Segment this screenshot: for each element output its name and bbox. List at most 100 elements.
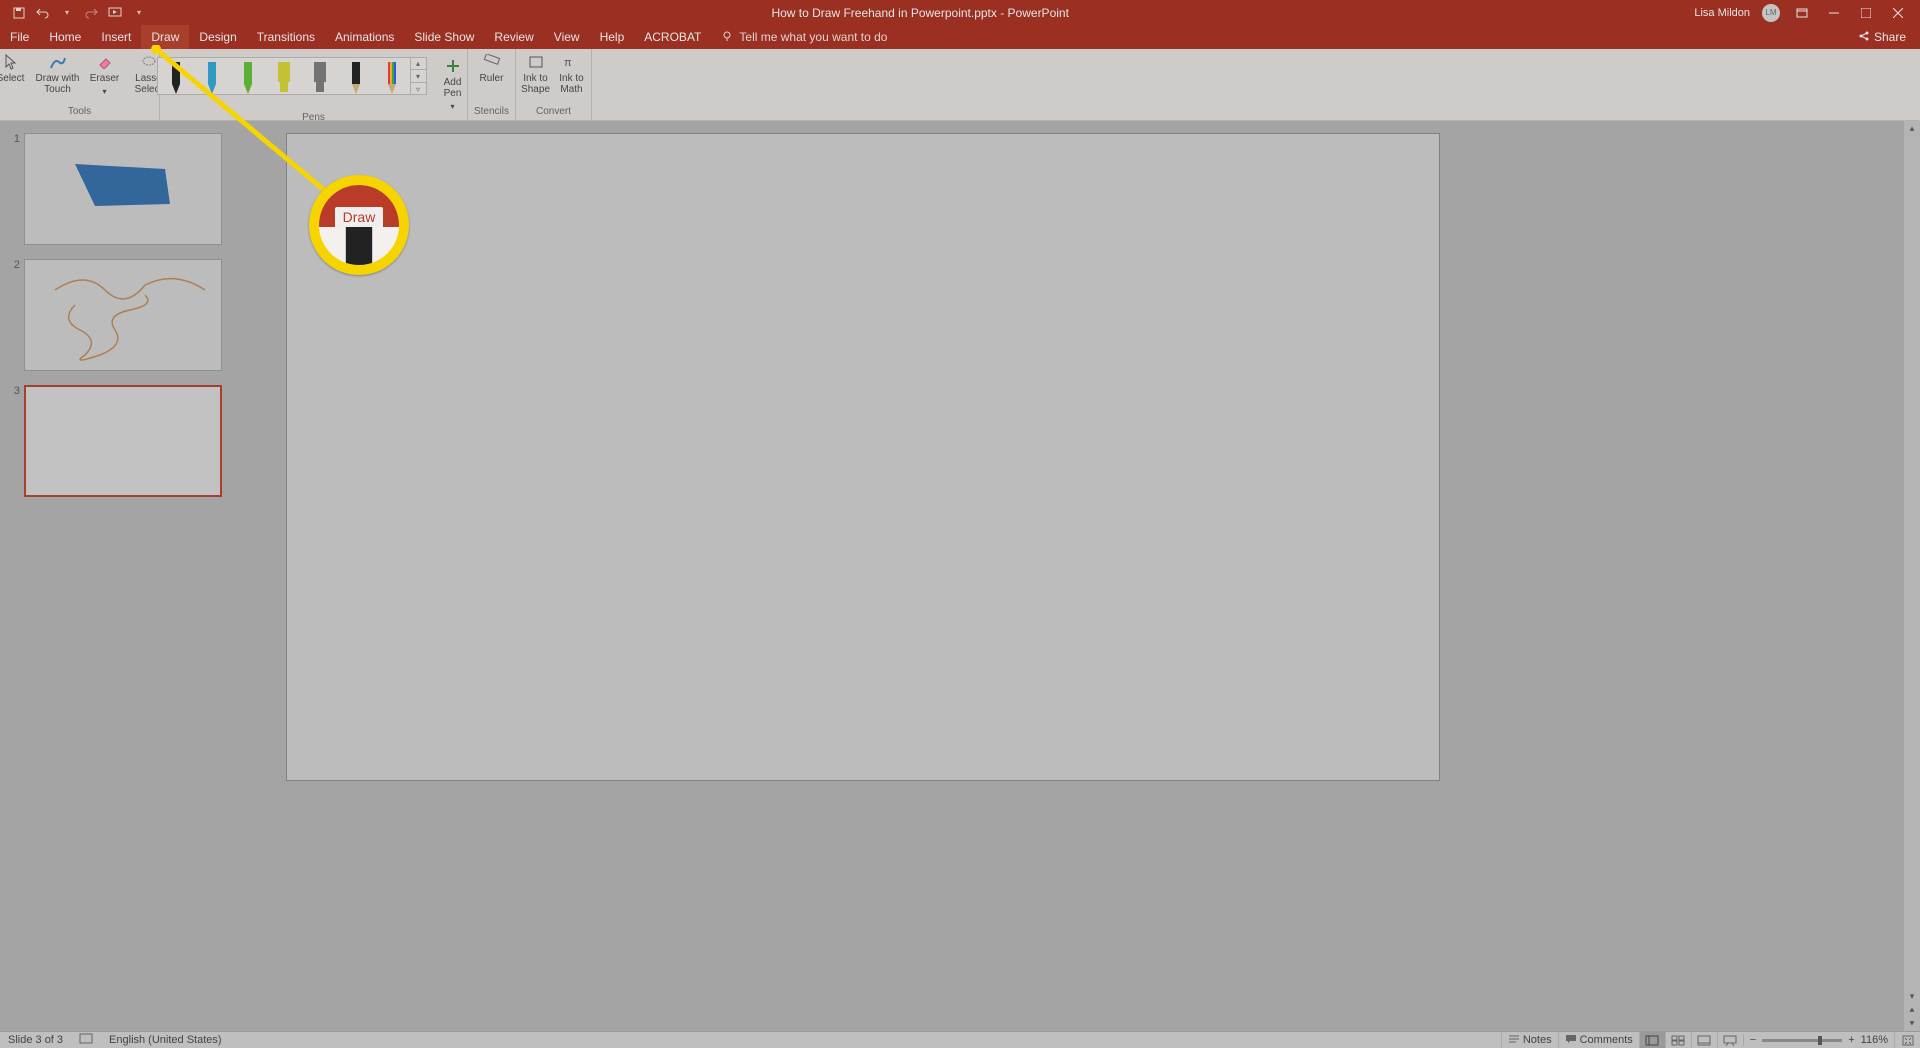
slide-preview xyxy=(24,259,222,371)
vertical-scrollbar[interactable]: ▴ ▾ ⯅ ⯆ xyxy=(1904,121,1920,1031)
expand-gallery-icon[interactable]: ▿ xyxy=(411,83,426,95)
eraser-icon xyxy=(95,53,115,71)
group-tools-label: Tools xyxy=(68,106,91,120)
tab-view[interactable]: View xyxy=(544,25,590,49)
pens-gallery-controls[interactable]: ▴ ▾ ▿ xyxy=(410,57,426,95)
start-slideshow-icon[interactable] xyxy=(108,6,122,20)
fit-to-window-button[interactable] xyxy=(1894,1032,1920,1048)
highlighter-gray[interactable] xyxy=(302,58,338,94)
select-label: Select xyxy=(0,73,24,84)
zoom-percent[interactable]: 116% xyxy=(1861,1034,1888,1046)
user-name[interactable]: Lisa Mildon xyxy=(1694,7,1750,19)
tab-review[interactable]: Review xyxy=(484,25,543,49)
window-title: How to Draw Freehand in Powerpoint.pptx … xyxy=(146,6,1694,20)
ribbon-display-icon[interactable] xyxy=(1792,6,1812,20)
scroll-down-arrow-icon[interactable]: ▾ xyxy=(1904,989,1920,1003)
group-stencils: Ruler Stencils xyxy=(468,49,516,120)
pen-blue[interactable] xyxy=(194,58,230,94)
slide-preview xyxy=(24,133,222,245)
thumbnail-slide-2[interactable]: 2 xyxy=(10,259,232,371)
comments-label: Comments xyxy=(1580,1034,1633,1046)
tab-transitions[interactable]: Transitions xyxy=(247,25,325,49)
slide-canvas-area: ▴ ▾ ⯅ ⯆ xyxy=(242,121,1920,1031)
ink-to-math-tool[interactable]: π Ink to Math xyxy=(554,53,590,95)
group-tools: Select Draw with Touch Eraser ▾ Lasso Se… xyxy=(0,49,160,120)
redo-icon[interactable] xyxy=(84,6,98,20)
scroll-up-arrow-icon[interactable]: ▴ xyxy=(1904,121,1920,135)
next-slide-icon[interactable]: ⯆ xyxy=(1904,1017,1920,1031)
highlighter-yellow[interactable] xyxy=(266,58,302,94)
ribbon: Select Draw with Touch Eraser ▾ Lasso Se… xyxy=(0,49,1920,121)
draw-touch-label: Draw with Touch xyxy=(36,73,80,95)
close-icon[interactable] xyxy=(1888,6,1908,20)
undo-more-icon[interactable]: ▾ xyxy=(60,6,74,20)
tab-acrobat[interactable]: ACROBAT xyxy=(634,25,711,49)
tab-home[interactable]: Home xyxy=(39,25,91,49)
thumbnail-slide-1[interactable]: 1 xyxy=(10,133,232,245)
menu-tabs: File Home Insert Draw Design Transitions… xyxy=(0,25,1920,49)
select-tool[interactable]: Select xyxy=(0,53,33,84)
prev-slide-icon[interactable]: ⯅ xyxy=(1904,1003,1920,1017)
plus-icon xyxy=(443,57,463,75)
pencil-black[interactable] xyxy=(338,58,374,94)
ruler-icon xyxy=(482,53,502,71)
ink-shape-label: Ink to Shape xyxy=(521,73,550,95)
spellcheck-icon[interactable] xyxy=(71,1033,101,1047)
notes-button[interactable]: Notes xyxy=(1501,1032,1558,1048)
tab-file[interactable]: File xyxy=(0,25,39,49)
eraser-tool[interactable]: Eraser ▾ xyxy=(83,53,127,97)
share-icon xyxy=(1858,30,1870,45)
thumbnail-slide-3[interactable]: 3 xyxy=(10,385,232,497)
undo-icon[interactable] xyxy=(36,6,50,20)
pens-gallery[interactable]: ▴ ▾ ▿ xyxy=(157,57,427,95)
lightbulb-icon xyxy=(721,30,733,45)
minimize-icon[interactable] xyxy=(1824,6,1844,20)
draw-with-touch-tool[interactable]: Draw with Touch xyxy=(33,53,83,95)
zoom-in-icon[interactable]: + xyxy=(1848,1034,1854,1046)
pen-green[interactable] xyxy=(230,58,266,94)
tell-me-search[interactable]: Tell me what you want to do xyxy=(711,25,897,49)
ink-math-label: Ink to Math xyxy=(559,73,583,95)
qat-customize-icon[interactable]: ▾ xyxy=(132,6,146,20)
language-status[interactable]: English (United States) xyxy=(101,1034,230,1046)
title-bar: ▾ ▾ How to Draw Freehand in Powerpoint.p… xyxy=(0,0,1920,25)
tab-design[interactable]: Design xyxy=(189,25,246,49)
group-pens: ▴ ▾ ▿ Add Pen ▾ Pens xyxy=(160,49,468,120)
share-button[interactable]: Share xyxy=(1844,25,1920,49)
ruler-label: Ruler xyxy=(480,73,504,84)
slide-sorter-view-button[interactable] xyxy=(1665,1032,1691,1048)
tab-help[interactable]: Help xyxy=(590,25,635,49)
status-bar: Slide 3 of 3 English (United States) Not… xyxy=(0,1031,1920,1048)
callout-label: Draw xyxy=(335,207,384,227)
ink-to-shape-tool[interactable]: Ink to Shape xyxy=(518,53,554,95)
slide-canvas[interactable] xyxy=(286,133,1440,781)
tab-animations[interactable]: Animations xyxy=(325,25,404,49)
tab-insert[interactable]: Insert xyxy=(91,25,141,49)
slideshow-view-button[interactable] xyxy=(1717,1032,1743,1048)
ruler-tool[interactable]: Ruler xyxy=(470,53,514,84)
user-avatar[interactable]: LM xyxy=(1762,4,1780,22)
workspace: 1 2 3 ▴ ▾ ⯅ ⯆ xyxy=(0,121,1920,1031)
group-convert-label: Convert xyxy=(536,106,571,120)
reading-view-button[interactable] xyxy=(1691,1032,1717,1048)
pencil-rainbow[interactable] xyxy=(374,58,410,94)
maximize-icon[interactable] xyxy=(1856,6,1876,20)
pen-black[interactable] xyxy=(158,58,194,94)
zoom-control[interactable]: − + 116% xyxy=(1743,1034,1894,1046)
slide-counter[interactable]: Slide 3 of 3 xyxy=(0,1034,71,1046)
scroll-up-icon[interactable]: ▴ xyxy=(411,57,426,70)
zoom-out-icon[interactable]: − xyxy=(1750,1034,1756,1046)
tab-slideshow[interactable]: Slide Show xyxy=(404,25,484,49)
chevron-down-icon: ▾ xyxy=(450,101,454,112)
slide-thumbnails-panel[interactable]: 1 2 3 xyxy=(0,121,242,1031)
ink-to-shape-icon xyxy=(526,53,546,71)
comments-button[interactable]: Comments xyxy=(1558,1032,1639,1048)
finger-draw-icon xyxy=(48,53,68,71)
tab-draw[interactable]: Draw xyxy=(141,25,189,49)
normal-view-button[interactable] xyxy=(1639,1032,1665,1048)
group-stencils-label: Stencils xyxy=(474,106,509,120)
callout-magnifier: Draw xyxy=(309,175,409,275)
save-icon[interactable] xyxy=(12,6,26,20)
zoom-slider[interactable] xyxy=(1762,1039,1842,1042)
scroll-down-icon[interactable]: ▾ xyxy=(411,70,426,83)
